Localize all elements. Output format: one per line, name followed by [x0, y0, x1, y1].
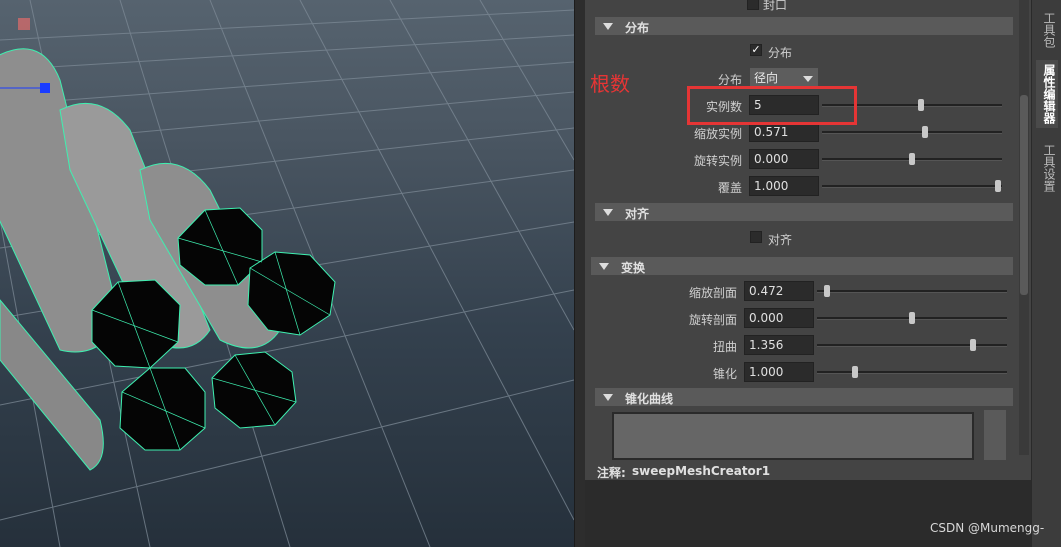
annotation-text: 根数	[590, 72, 630, 96]
slider-handle[interactable]	[852, 366, 858, 378]
section-label: 锥化曲线	[625, 392, 674, 406]
taper-label: 锥化	[712, 367, 737, 381]
tab-attribute-editor[interactable]: 属性编辑器	[1036, 60, 1058, 128]
3d-viewport[interactable]	[0, 0, 574, 547]
expand-triangle-icon	[603, 394, 613, 401]
tab-tool-settings[interactable]: 工具设置	[1036, 140, 1058, 196]
section-label: 变换	[621, 261, 646, 275]
expand-triangle-icon	[603, 209, 613, 216]
rotate-instance-field[interactable]: 0.000	[749, 149, 819, 169]
scale-instance-label: 缩放实例	[693, 127, 742, 141]
cap-label: 封口	[763, 0, 788, 12]
twist-field[interactable]: 1.356	[744, 335, 814, 355]
scale-profile-field[interactable]: 0.472	[744, 281, 814, 301]
slider-handle[interactable]	[995, 180, 1002, 192]
watermark: CSDN @Mumengg-	[930, 521, 1045, 535]
curve-expand-button[interactable]	[984, 410, 1006, 460]
expand-triangle-icon	[603, 23, 613, 30]
notes-label: 注释:	[597, 466, 626, 480]
distribute-checkbox[interactable]: ✓	[750, 44, 762, 56]
notes-header: 注释: sweepMeshCreator1	[585, 460, 1025, 480]
chevron-down-icon[interactable]	[798, 68, 818, 88]
viewport-scene	[0, 0, 574, 547]
taper-slider[interactable]	[817, 366, 1007, 378]
align-checkbox-label: 对齐	[768, 233, 793, 247]
section-taper-curve-header[interactable]: 锥化曲线	[595, 388, 1013, 406]
taper-field[interactable]: 1.000	[744, 362, 814, 382]
distribute-checkbox-label: 分布	[768, 46, 793, 60]
notes-textarea[interactable]	[585, 480, 1033, 547]
scale-instance-slider[interactable]	[822, 126, 1002, 138]
section-transform-header[interactable]: 变换	[591, 257, 1013, 275]
right-tab-strip: 工具包 属性编辑器 工具设置	[1031, 0, 1061, 547]
cap-checkbox[interactable]	[747, 0, 759, 10]
slider-handle[interactable]	[918, 99, 924, 111]
section-label: 分布	[625, 21, 650, 35]
panel-scrollbar[interactable]	[1019, 0, 1029, 455]
rotate-instance-label: 旋转实例	[693, 154, 742, 168]
slider-handle[interactable]	[909, 312, 915, 324]
slider-handle[interactable]	[823, 285, 830, 297]
scale-profile-label: 缩放剖面	[688, 286, 737, 300]
twist-slider[interactable]	[817, 339, 1007, 351]
rotate-instance-slider[interactable]	[822, 153, 1002, 165]
distribute-mode-dropdown[interactable]: 径向	[750, 68, 798, 88]
coverage-slider[interactable]	[822, 180, 1002, 192]
rotate-profile-slider[interactable]	[817, 312, 1007, 324]
scale-instance-field[interactable]: 0.571	[749, 122, 819, 142]
align-checkbox[interactable]	[750, 231, 762, 243]
scale-profile-slider[interactable]	[817, 285, 1007, 297]
coverage-label: 覆盖	[717, 181, 742, 195]
twist-label: 扭曲	[712, 340, 737, 354]
taper-curve-graph[interactable]	[612, 412, 974, 460]
slider-handle[interactable]	[921, 126, 928, 138]
attribute-panel: 封口 分布 ✓ 分布 分布 径向 实例数 5 缩放实例 0.571 旋转实例 0…	[585, 0, 1025, 460]
rotate-profile-field[interactable]: 0.000	[744, 308, 814, 328]
slider-handle[interactable]	[909, 153, 915, 165]
panel-splitter[interactable]	[574, 0, 585, 547]
node-name: sweepMeshCreator1	[632, 464, 771, 478]
coverage-field[interactable]: 1.000	[749, 176, 819, 196]
section-align-header[interactable]: 对齐	[595, 203, 1013, 221]
section-distribute-header[interactable]: 分布	[595, 17, 1013, 35]
slider-handle[interactable]	[969, 339, 976, 351]
expand-triangle-icon	[599, 263, 609, 270]
tab-toolbox[interactable]: 工具包	[1036, 6, 1058, 54]
scrollbar-thumb[interactable]	[1020, 95, 1028, 295]
annotation-highlight-box	[687, 86, 857, 125]
section-label: 对齐	[625, 207, 650, 221]
rotate-profile-label: 旋转剖面	[688, 313, 737, 327]
